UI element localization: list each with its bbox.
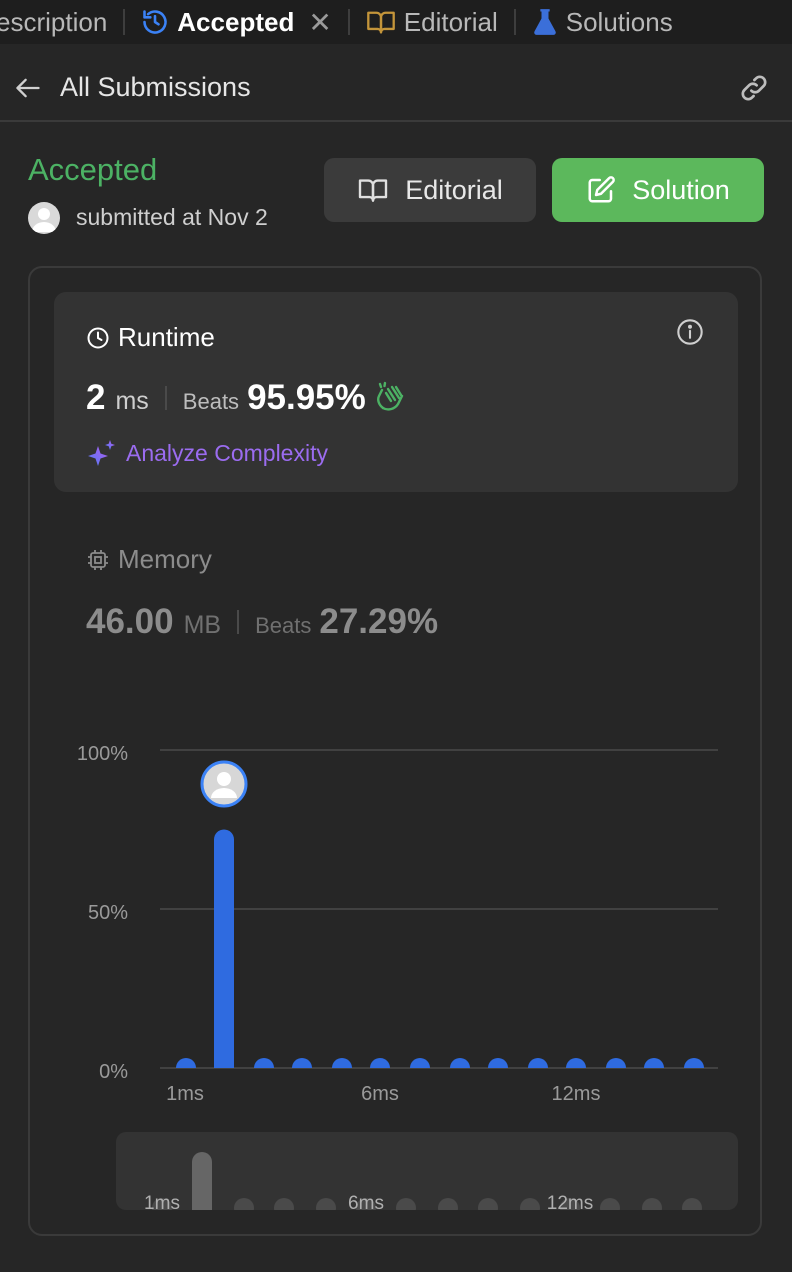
tab-solutions[interactable]: Solutions xyxy=(532,0,673,44)
flask-icon xyxy=(532,8,558,36)
memory-value: 46.00 xyxy=(86,602,174,641)
runtime-label: Runtime xyxy=(86,322,215,353)
history-icon xyxy=(141,8,169,36)
analyze-complexity-label: Analyze Complexity xyxy=(126,439,328,466)
runtime-beats-percent: 95.95% xyxy=(247,378,366,417)
tab-bar: escription Accepted ✕ Editorial Solution… xyxy=(0,0,792,44)
tab-accepted[interactable]: Accepted ✕ xyxy=(141,0,332,44)
memory-label-text: Memory xyxy=(118,544,212,574)
mini-bar xyxy=(642,1198,662,1210)
runtime-value-row: 2 ms Beats 95.95% xyxy=(86,378,406,418)
tab-description[interactable]: escription xyxy=(0,0,107,44)
memory-unit: MB xyxy=(183,611,222,639)
clap-icon xyxy=(374,381,406,416)
memory-beats-percent: 27.29% xyxy=(319,602,439,641)
tab-divider xyxy=(513,9,516,35)
info-icon[interactable] xyxy=(676,318,704,351)
editorial-button[interactable]: Editorial xyxy=(324,158,536,222)
solution-button[interactable]: Solution xyxy=(552,158,764,222)
chart-range-selector[interactable]: 1ms 6ms 12ms xyxy=(116,1132,738,1210)
chip-icon xyxy=(88,549,108,570)
arrow-left-icon[interactable] xyxy=(14,74,42,107)
runtime-unit: ms xyxy=(115,387,149,415)
book-icon xyxy=(359,179,388,202)
submitted-at-text: submitted at Nov 2 xyxy=(76,204,268,230)
runtime-beats-label: Beats xyxy=(182,389,240,414)
submission-header: All Submissions xyxy=(0,58,792,122)
all-submissions-link[interactable]: All Submissions xyxy=(60,72,251,103)
tab-divider xyxy=(123,9,126,35)
link-icon[interactable] xyxy=(736,72,772,109)
mini-tick-label: 1ms xyxy=(144,1193,180,1210)
mini-bar xyxy=(438,1198,458,1210)
mini-bar xyxy=(192,1152,212,1210)
tab-description-label: escription xyxy=(0,6,108,37)
mini-tick-label: 6ms xyxy=(348,1193,384,1210)
mini-bar xyxy=(478,1198,498,1210)
mini-bar xyxy=(274,1198,294,1210)
memory-value-row: 46.00 MB Beats 27.29% xyxy=(86,602,438,642)
mini-bar xyxy=(316,1198,336,1210)
avatar[interactable] xyxy=(28,202,60,234)
divider xyxy=(164,386,167,410)
tab-divider xyxy=(347,9,350,35)
runtime-value: 2 xyxy=(86,378,106,417)
close-icon[interactable]: ✕ xyxy=(308,6,331,39)
tab-solutions-label: Solutions xyxy=(565,6,673,37)
submission-status: Accepted xyxy=(28,152,158,187)
edit-icon xyxy=(588,176,616,203)
memory-label[interactable]: Memory xyxy=(86,544,212,575)
mini-chart: 1ms 6ms 12ms xyxy=(144,1152,702,1210)
tab-accepted-label: Accepted xyxy=(177,6,295,37)
analyze-complexity-link[interactable]: Analyze Complexity xyxy=(86,438,328,468)
divider xyxy=(237,610,240,634)
tab-editorial[interactable]: Editorial xyxy=(366,0,498,44)
book-icon xyxy=(366,9,396,35)
mini-bar xyxy=(682,1198,702,1210)
clock-icon xyxy=(87,327,109,348)
solution-button-label: Solution xyxy=(632,174,730,205)
runtime-label-text: Runtime xyxy=(118,322,215,352)
editorial-button-label: Editorial xyxy=(405,174,503,205)
mini-bar xyxy=(520,1198,540,1210)
sparkle-icon xyxy=(88,440,115,466)
mini-tick-label: 12ms xyxy=(547,1193,593,1210)
memory-beats-label: Beats xyxy=(255,613,312,638)
mini-bar xyxy=(234,1198,254,1210)
tab-editorial-label: Editorial xyxy=(403,6,498,37)
mini-bar xyxy=(396,1198,416,1210)
mini-bar xyxy=(600,1198,620,1210)
